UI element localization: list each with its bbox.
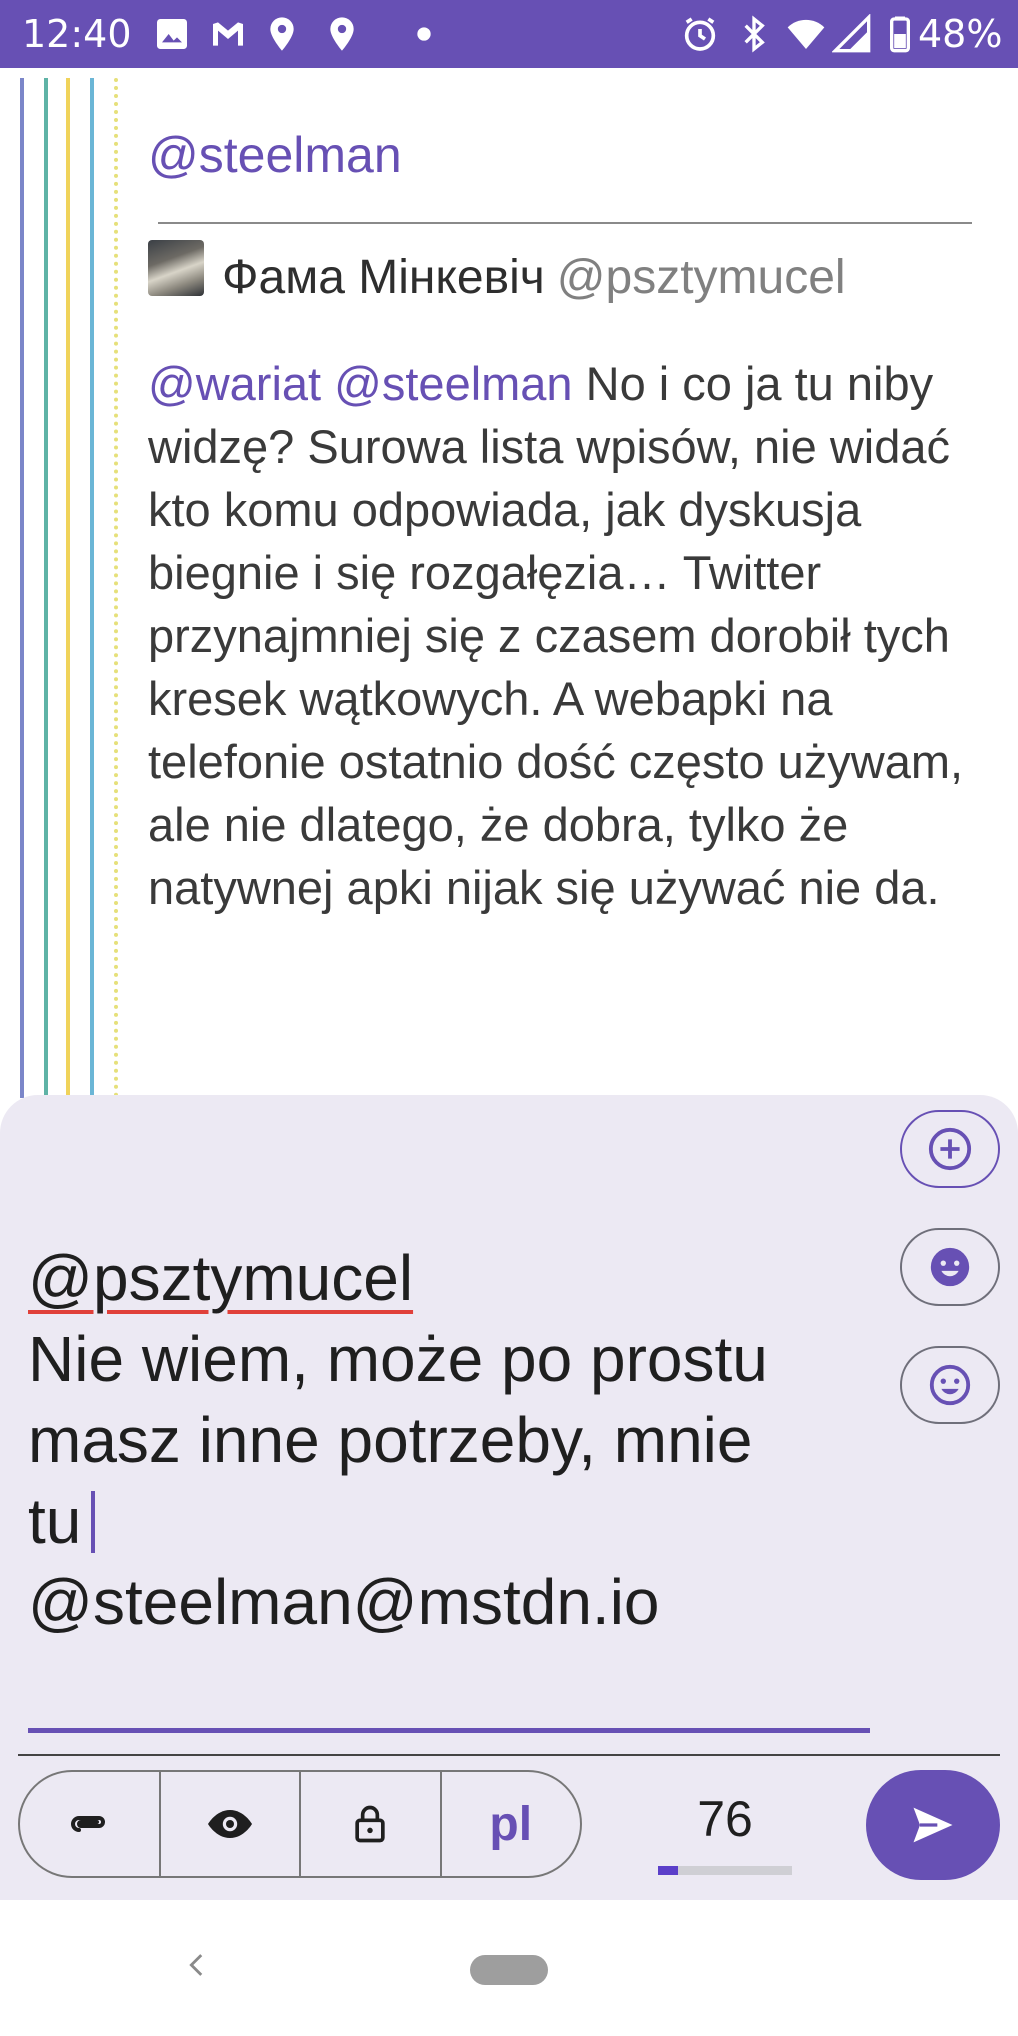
send-icon	[913, 1807, 953, 1843]
privacy-button[interactable]	[301, 1772, 442, 1876]
battery-icon	[890, 16, 910, 53]
language-button[interactable]: pl	[442, 1772, 581, 1876]
home-pill-icon[interactable]	[470, 1955, 548, 1985]
lock-icon	[355, 1805, 385, 1843]
language-code: pl	[489, 1797, 533, 1851]
thread-line-2	[44, 78, 48, 1098]
char-counter-track	[658, 1866, 792, 1875]
gmail-icon	[213, 22, 243, 46]
wifi-icon	[787, 19, 825, 49]
emoji-filled-icon	[930, 1247, 970, 1287]
author-handle: @pszt​ymucel	[556, 251, 846, 304]
attach-button[interactable]	[20, 1772, 161, 1876]
custom-emoji-button[interactable]	[900, 1228, 1000, 1306]
compose-separator	[18, 1754, 1000, 1756]
thread-line-dotted	[114, 78, 118, 1098]
visibility-toggle-button[interactable]	[161, 1772, 301, 1876]
send-button[interactable]	[866, 1770, 1000, 1880]
reply-to-mention-link[interactable]: @steelman	[148, 126, 402, 184]
compose-line-1: Nie wiem, może po prostu	[28, 1323, 768, 1395]
thread-line-3	[66, 78, 70, 1098]
post-body-text: No i co ja tu niby widzę? Surowa lista w…	[148, 357, 964, 914]
compose-toolbar: pl	[18, 1770, 582, 1878]
battery-level: 48%	[918, 12, 1003, 56]
char-counter: 76	[697, 1791, 753, 1847]
post-content: @wariat @steelman No i co ja tu niby wid…	[148, 352, 998, 919]
compose-text-input[interactable]: @pszt​ymucel Nie wiem, może po prostu ma…	[28, 1238, 868, 1643]
dot-icon	[417, 27, 431, 41]
emoji-button[interactable]	[900, 1346, 1000, 1424]
post-author[interactable]: Фама Мінкевіч @pszt​ymucel	[222, 250, 846, 305]
bluetooth-icon	[744, 15, 765, 53]
mention-link-steelman[interactable]: @steelman	[334, 357, 572, 410]
compose-line-3: tu	[28, 1485, 82, 1557]
compose-line-2: masz inne potrzeby, mnie	[28, 1404, 753, 1476]
avatar[interactable]	[148, 240, 204, 296]
thread-line-4	[90, 78, 94, 1098]
compose-line-4: @steelman@mstdn.io	[28, 1566, 660, 1638]
post-divider	[158, 222, 972, 224]
alarm-icon	[684, 17, 716, 51]
image-icon	[157, 19, 187, 49]
text-cursor	[91, 1491, 96, 1553]
signal-icon	[832, 14, 871, 53]
location-icon	[270, 17, 294, 51]
author-name: Фама Мінкевіч	[222, 251, 545, 304]
location-icon-2	[330, 17, 354, 51]
add-circle-icon	[928, 1127, 972, 1171]
chevron-left-icon[interactable]	[180, 1940, 214, 1990]
clock: 12:40	[22, 12, 132, 56]
status-bar: 12:40 48%	[0, 0, 1018, 68]
eye-icon	[207, 1810, 252, 1838]
mention-link-wariat[interactable]: @wariat	[148, 357, 321, 410]
input-underline	[28, 1728, 870, 1733]
compose-mention: @pszt​ymucel	[28, 1242, 414, 1314]
char-counter-progress	[658, 1866, 678, 1875]
thread-line-1	[20, 78, 24, 1098]
add-thread-button[interactable]	[900, 1110, 1000, 1188]
attach-icon	[71, 1816, 106, 1832]
emoji-outline-icon	[929, 1364, 971, 1406]
